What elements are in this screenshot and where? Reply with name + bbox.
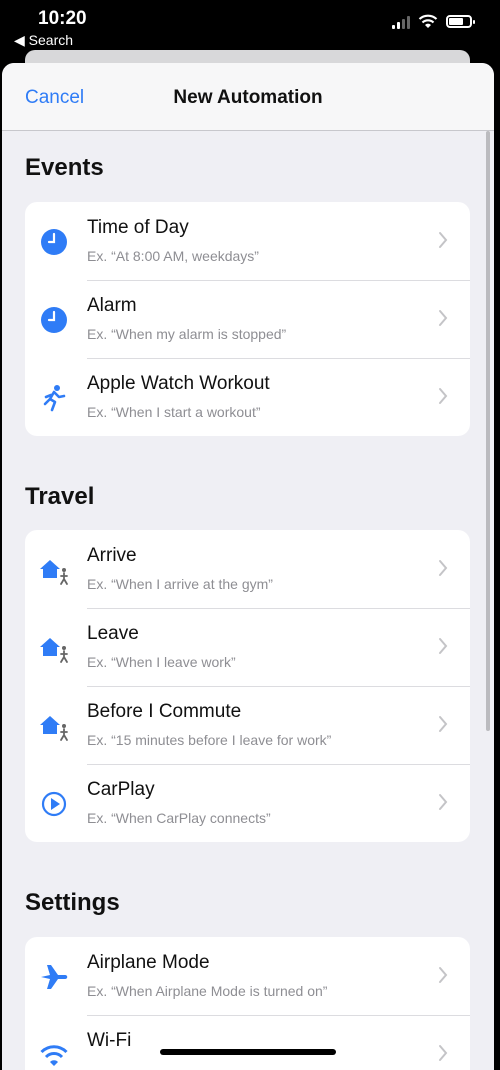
list-item-apple-watch-workout[interactable]: Apple Watch Workout Ex. “When I start a … bbox=[25, 358, 470, 436]
house-person-icon bbox=[40, 560, 68, 585]
item-subtitle: Ex. “When CarPlay connects” bbox=[87, 810, 271, 826]
running-person-icon bbox=[43, 385, 66, 412]
house-person-icon bbox=[40, 716, 68, 741]
automation-sheet: Cancel New Automation Events Time of Day… bbox=[2, 63, 494, 1070]
item-title: Arrive bbox=[87, 545, 137, 566]
page-title: New Automation bbox=[173, 87, 323, 108]
chevron-right-icon bbox=[439, 794, 448, 810]
item-title: Airplane Mode bbox=[87, 952, 210, 973]
events-list: Time of Day Ex. “At 8:00 AM, weekdays” A… bbox=[25, 202, 470, 436]
item-title: Leave bbox=[87, 623, 139, 644]
chevron-right-icon bbox=[439, 560, 448, 576]
status-time: 10:20 bbox=[38, 8, 87, 29]
item-title: CarPlay bbox=[87, 779, 155, 800]
cellular-signal-icon bbox=[392, 15, 410, 29]
item-subtitle: Ex. “When Airplane Mode is turned on” bbox=[87, 983, 328, 999]
chevron-right-icon bbox=[439, 1045, 448, 1061]
airplane-icon bbox=[41, 965, 68, 989]
house-person-icon bbox=[40, 638, 68, 663]
item-title: Wi-Fi bbox=[87, 1030, 132, 1051]
chevron-right-icon bbox=[439, 716, 448, 732]
item-title: Apple Watch Workout bbox=[87, 373, 270, 394]
item-title: Alarm bbox=[87, 295, 137, 316]
item-subtitle: Ex. “When I arrive at the gym” bbox=[87, 576, 273, 592]
wifi-status-icon bbox=[418, 14, 438, 28]
chevron-right-icon bbox=[439, 388, 448, 404]
scroll-indicator[interactable] bbox=[486, 131, 490, 731]
section-header-events: Events bbox=[25, 154, 104, 181]
item-title: Before I Commute bbox=[87, 701, 242, 722]
back-to-search-link[interactable]: ◀ Search bbox=[14, 32, 73, 49]
list-item-time-of-day[interactable]: Time of Day Ex. “At 8:00 AM, weekdays” bbox=[25, 202, 470, 280]
chevron-right-icon bbox=[439, 310, 448, 326]
section-header-settings: Settings bbox=[25, 889, 120, 916]
travel-list: Arrive Ex. “When I arrive at the gym” Le… bbox=[25, 530, 470, 842]
wifi-icon bbox=[40, 1045, 68, 1066]
chevron-right-icon bbox=[439, 638, 448, 654]
carplay-icon bbox=[41, 791, 67, 817]
list-item-arrive[interactable]: Arrive Ex. “When I arrive at the gym” bbox=[25, 530, 470, 608]
item-subtitle: Ex. “When I leave work” bbox=[87, 654, 236, 670]
list-item-alarm[interactable]: Alarm Ex. “When my alarm is stopped” bbox=[25, 280, 470, 358]
item-subtitle: Ex. “When my alarm is stopped” bbox=[87, 326, 287, 342]
section-header-travel: Travel bbox=[25, 483, 95, 510]
status-icons bbox=[392, 14, 475, 29]
battery-icon bbox=[446, 15, 475, 28]
list-item-airplane-mode[interactable]: Airplane Mode Ex. “When Airplane Mode is… bbox=[25, 937, 470, 1015]
item-subtitle: Ex. “When I start a workout” bbox=[87, 404, 261, 420]
clock-icon bbox=[41, 307, 67, 333]
clock-icon bbox=[41, 229, 67, 255]
home-indicator[interactable] bbox=[160, 1049, 336, 1055]
navigation-bar: Cancel New Automation bbox=[2, 63, 494, 131]
chevron-right-icon bbox=[439, 232, 448, 248]
item-subtitle: Ex. “15 minutes before I leave for work” bbox=[87, 732, 332, 748]
list-item-before-i-commute[interactable]: Before I Commute Ex. “15 minutes before … bbox=[25, 686, 470, 764]
list-item-wifi[interactable]: Wi-Fi bbox=[25, 1015, 470, 1070]
item-title: Time of Day bbox=[87, 217, 189, 238]
item-subtitle: Ex. “At 8:00 AM, weekdays” bbox=[87, 248, 259, 264]
chevron-right-icon bbox=[439, 967, 448, 983]
list-item-carplay[interactable]: CarPlay Ex. “When CarPlay connects” bbox=[25, 764, 470, 842]
list-item-leave[interactable]: Leave Ex. “When I leave work” bbox=[25, 608, 470, 686]
